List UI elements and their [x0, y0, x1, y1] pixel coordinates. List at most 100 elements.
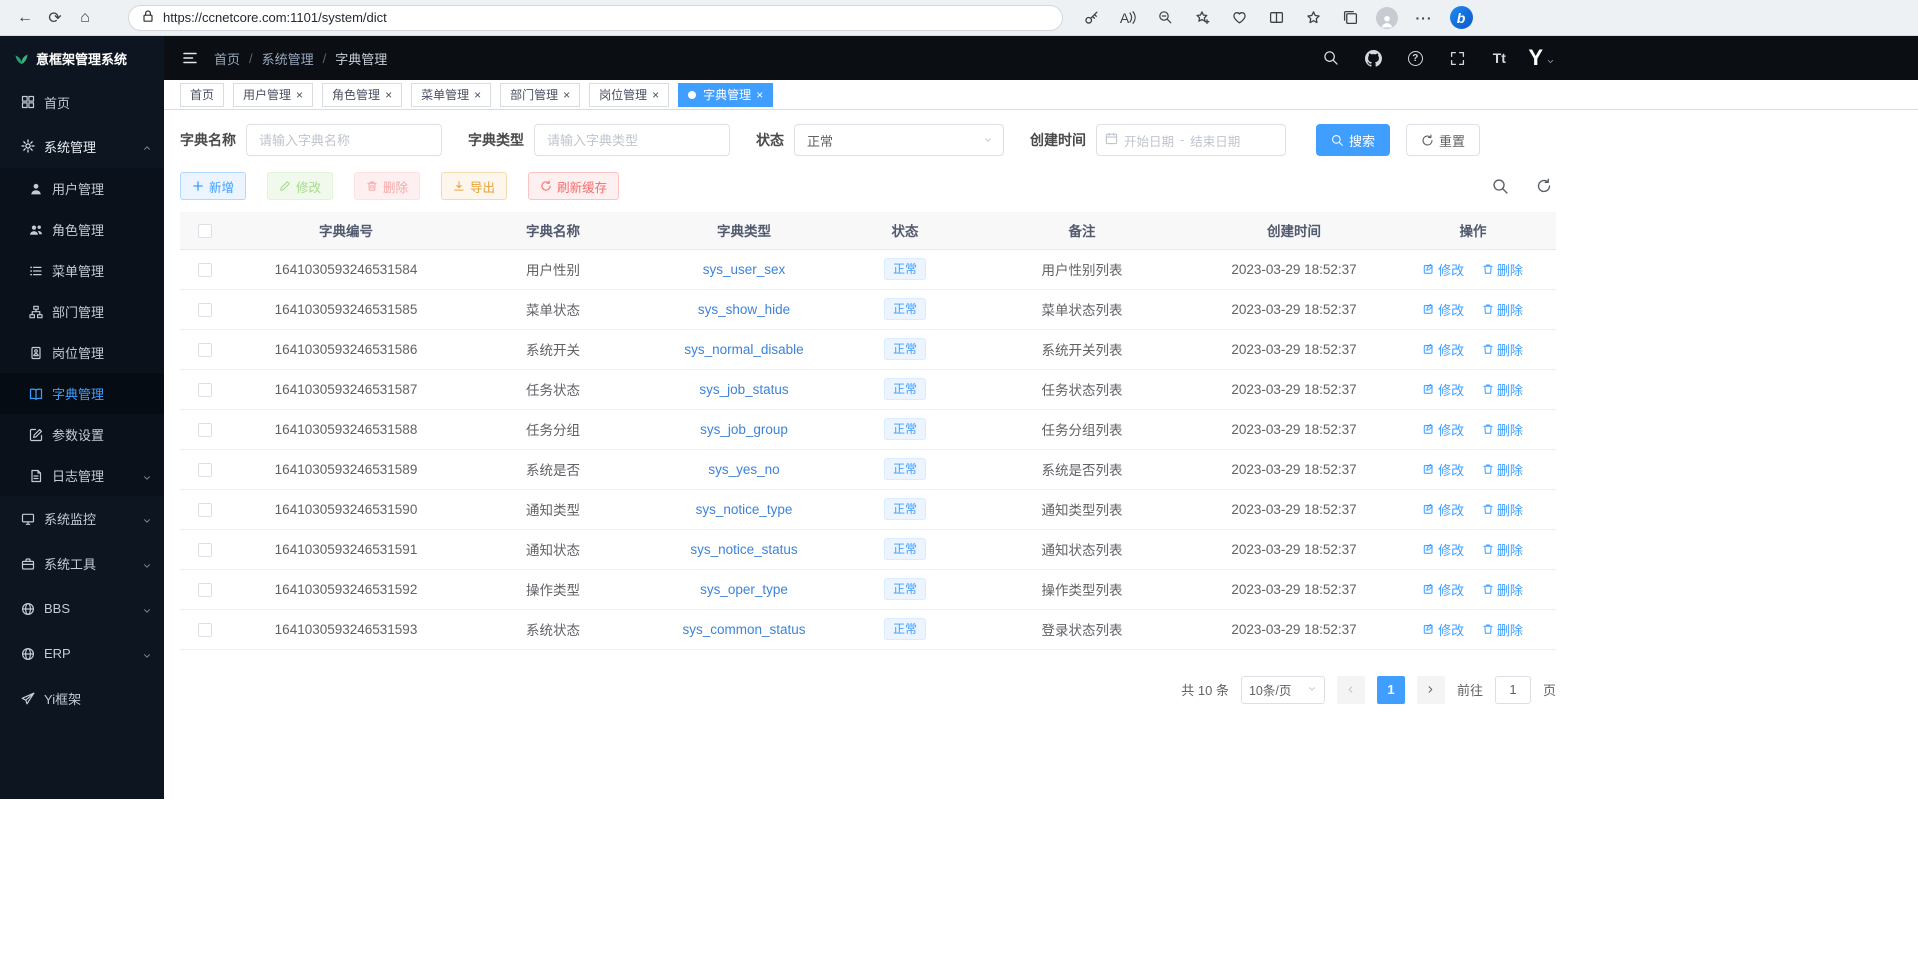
dict-type-link[interactable]: sys_notice_type — [696, 502, 793, 517]
dict-type-link[interactable]: sys_common_status — [682, 622, 805, 637]
row-edit-button[interactable]: 修改 — [1423, 500, 1464, 519]
row-checkbox[interactable] — [198, 263, 212, 277]
tab-dept-mgmt[interactable]: 部门管理 × — [500, 83, 580, 107]
sidebar-item-tools[interactable]: 系统工具 — [0, 541, 164, 586]
dict-type-link[interactable]: sys_oper_type — [700, 582, 788, 597]
row-edit-button[interactable]: 修改 — [1423, 580, 1464, 599]
sidebar-item-home[interactable]: 首页 — [0, 80, 164, 124]
copilot-bing-icon[interactable]: b — [1447, 4, 1475, 32]
sidebar-item-role-mgmt[interactable]: 角色管理 — [0, 209, 164, 250]
zoom-out-icon[interactable] — [1151, 4, 1179, 32]
edit-button[interactable]: 修改 — [267, 172, 333, 200]
tab-menu-mgmt[interactable]: 菜单管理 × — [411, 83, 491, 107]
tab-close-icon[interactable]: × — [474, 89, 481, 101]
app-logo[interactable]: 意框架管理系统 — [0, 36, 164, 80]
browser-url-bar[interactable]: https://ccnetcore.com:1101/system/dict — [128, 5, 1063, 31]
sidebar-item-param-settings[interactable]: 参数设置 — [0, 414, 164, 455]
tab-close-icon[interactable]: × — [756, 89, 763, 101]
dict-name-input[interactable] — [246, 124, 442, 156]
next-page-button[interactable] — [1417, 676, 1445, 704]
favorites-icon[interactable] — [1299, 4, 1327, 32]
split-screen-icon[interactable] — [1262, 4, 1290, 32]
search-button[interactable]: 搜索 — [1316, 124, 1390, 156]
browser-essentials-icon[interactable] — [1225, 4, 1253, 32]
row-delete-button[interactable]: 删除 — [1482, 300, 1523, 319]
tab-role-mgmt[interactable]: 角色管理 × — [322, 83, 402, 107]
refresh-table-icon[interactable] — [1532, 174, 1556, 198]
sidebar-item-menu-mgmt[interactable]: 菜单管理 — [0, 250, 164, 291]
sidebar-item-dict-mgmt[interactable]: 字典管理 — [0, 373, 164, 414]
sidebar-item-bbs[interactable]: BBS — [0, 586, 164, 631]
key-icon[interactable] — [1077, 4, 1105, 32]
url-text[interactable]: https://ccnetcore.com:1101/system/dict — [163, 10, 387, 25]
fullscreen-icon[interactable] — [1444, 45, 1470, 71]
page-size-select[interactable]: 10条/页 — [1241, 676, 1325, 704]
browser-more-menu[interactable]: ··· — [1410, 4, 1438, 32]
read-aloud-icon[interactable]: A — [1114, 4, 1142, 32]
row-checkbox[interactable] — [198, 303, 212, 317]
sidebar-item-yi-framework[interactable]: Yi框架 — [0, 676, 164, 721]
tab-post-mgmt[interactable]: 岗位管理 × — [589, 83, 669, 107]
row-delete-button[interactable]: 删除 — [1482, 580, 1523, 599]
prev-page-button[interactable] — [1337, 676, 1365, 704]
row-edit-button[interactable]: 修改 — [1423, 420, 1464, 439]
tab-close-icon[interactable]: × — [296, 89, 303, 101]
row-delete-button[interactable]: 删除 — [1482, 340, 1523, 359]
row-delete-button[interactable]: 删除 — [1482, 540, 1523, 559]
browser-home-button[interactable]: ⌂ — [70, 4, 100, 32]
page-number-1[interactable]: 1 — [1377, 676, 1405, 704]
row-delete-button[interactable]: 删除 — [1482, 420, 1523, 439]
sidebar-item-erp[interactable]: ERP — [0, 631, 164, 676]
reset-button[interactable]: 重置 — [1406, 124, 1480, 156]
row-checkbox[interactable] — [198, 583, 212, 597]
row-edit-button[interactable]: 修改 — [1423, 340, 1464, 359]
font-size-icon[interactable]: Tt — [1486, 45, 1512, 71]
tab-close-icon[interactable]: × — [563, 89, 570, 101]
favorite-star-add-icon[interactable] — [1188, 4, 1216, 32]
row-edit-button[interactable]: 修改 — [1423, 620, 1464, 639]
row-edit-button[interactable]: 修改 — [1423, 540, 1464, 559]
delete-button[interactable]: 删除 — [354, 172, 420, 200]
browser-refresh-button[interactable]: ⟳ — [40, 4, 70, 32]
row-edit-button[interactable]: 修改 — [1423, 260, 1464, 279]
dict-type-link[interactable]: sys_normal_disable — [684, 342, 803, 357]
profile-avatar[interactable] — [1373, 4, 1401, 32]
breadcrumb-item-home[interactable]: 首页 — [214, 49, 240, 68]
sidebar-toggle-icon[interactable] — [176, 44, 204, 72]
dict-type-link[interactable]: sys_yes_no — [708, 462, 779, 477]
dict-type-link[interactable]: sys_job_status — [699, 382, 788, 397]
row-checkbox[interactable] — [198, 503, 212, 517]
sidebar-item-dept-mgmt[interactable]: 部门管理 — [0, 291, 164, 332]
row-checkbox[interactable] — [198, 343, 212, 357]
dict-type-input[interactable] — [534, 124, 730, 156]
help-icon[interactable]: ? — [1402, 45, 1428, 71]
dict-type-link[interactable]: sys_user_sex — [703, 262, 786, 277]
sidebar-item-monitor[interactable]: 系统监控 — [0, 496, 164, 541]
select-all-checkbox[interactable] — [198, 224, 212, 238]
tab-close-icon[interactable]: × — [385, 89, 392, 101]
github-icon[interactable] — [1360, 45, 1386, 71]
goto-page-input[interactable] — [1495, 676, 1531, 704]
row-delete-button[interactable]: 删除 — [1482, 460, 1523, 479]
tab-user-mgmt[interactable]: 用户管理 × — [233, 83, 313, 107]
sidebar-item-system[interactable]: 系统管理 — [0, 124, 164, 168]
sidebar-item-post-mgmt[interactable]: 岗位管理 — [0, 332, 164, 373]
row-checkbox[interactable] — [198, 463, 212, 477]
dict-type-link[interactable]: sys_show_hide — [698, 302, 790, 317]
status-select[interactable]: 正常 — [794, 124, 1004, 156]
sidebar-item-user-mgmt[interactable]: 用户管理 — [0, 168, 164, 209]
tab-close-icon[interactable]: × — [652, 89, 659, 101]
row-delete-button[interactable]: 删除 — [1482, 380, 1523, 399]
row-edit-button[interactable]: 修改 — [1423, 380, 1464, 399]
row-checkbox[interactable] — [198, 543, 212, 557]
breadcrumb-item-system[interactable]: 系统管理 — [262, 49, 314, 68]
row-delete-button[interactable]: 删除 — [1482, 620, 1523, 639]
header-search-icon[interactable] — [1318, 45, 1344, 71]
tab-home[interactable]: 首页 — [180, 83, 224, 107]
sidebar-item-log-mgmt[interactable]: 日志管理 — [0, 455, 164, 496]
row-checkbox[interactable] — [198, 423, 212, 437]
collections-icon[interactable] — [1336, 4, 1364, 32]
date-range-picker[interactable]: 开始日期 - 结束日期 — [1096, 124, 1286, 156]
row-checkbox[interactable] — [198, 623, 212, 637]
browser-back-button[interactable]: ← — [10, 4, 40, 32]
